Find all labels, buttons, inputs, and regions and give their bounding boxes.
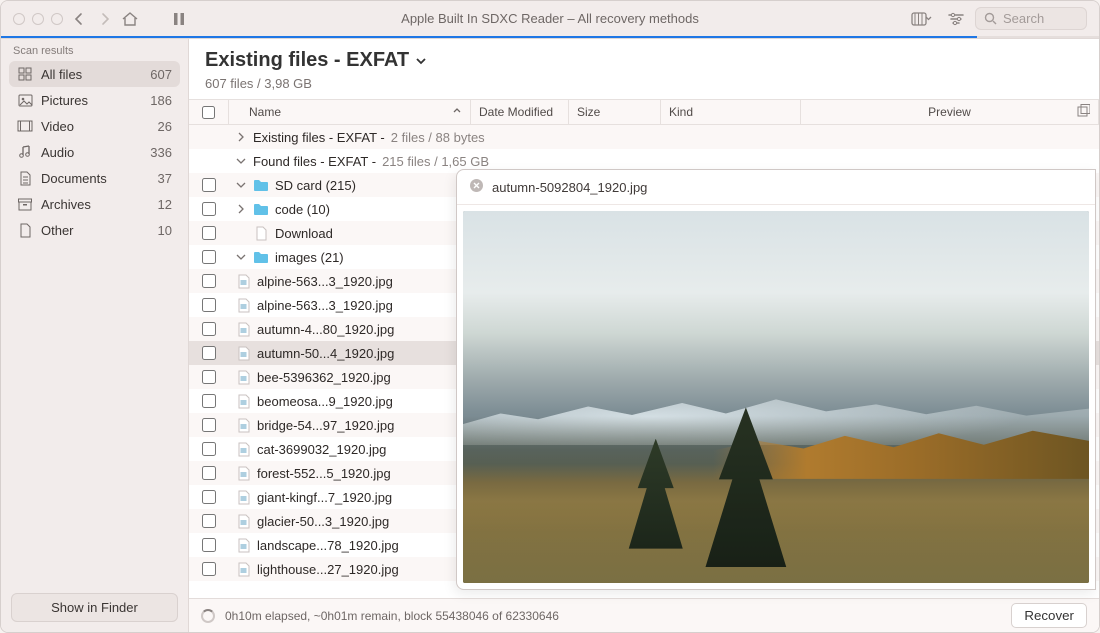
close-preview-button[interactable] [469, 178, 484, 196]
image-file-icon [235, 537, 251, 553]
sidebar-item-other[interactable]: Other10 [9, 217, 180, 243]
row-checkbox[interactable] [202, 178, 216, 192]
search-icon [984, 12, 997, 25]
back-button[interactable] [73, 12, 85, 26]
audio-icon [17, 144, 33, 160]
column-preview[interactable]: Preview [801, 100, 1099, 124]
row-checkbox[interactable] [202, 466, 216, 480]
row-checkbox[interactable] [202, 538, 216, 552]
image-file-icon [235, 561, 251, 577]
row-checkbox[interactable] [202, 418, 216, 432]
chevron-down-icon [415, 55, 427, 67]
row-checkbox[interactable] [202, 202, 216, 216]
row-checkbox[interactable] [202, 490, 216, 504]
page-title[interactable]: Existing files - EXFAT [205, 49, 1083, 72]
chevron-down-icon[interactable] [235, 181, 247, 189]
row-checkbox[interactable] [202, 394, 216, 408]
filter-button[interactable] [947, 11, 965, 27]
row-checkbox[interactable] [202, 250, 216, 264]
image-file-icon [235, 513, 251, 529]
archive-icon [17, 196, 33, 212]
preview-pane: autumn-5092804_1920.jpg [456, 169, 1096, 590]
image-file-icon [235, 321, 251, 337]
spinner-icon [201, 609, 215, 623]
search-input[interactable]: Search [975, 7, 1087, 30]
view-options-button[interactable] [911, 11, 933, 27]
row-checkbox[interactable] [202, 442, 216, 456]
folder-icon [253, 177, 269, 193]
group-existing[interactable]: Existing files - EXFAT - 2 files / 88 by… [189, 125, 1099, 149]
row-checkbox[interactable] [202, 370, 216, 384]
sort-icon [452, 105, 462, 119]
sidebar-item-audio[interactable]: Audio336 [9, 139, 180, 165]
image-file-icon [235, 273, 251, 289]
page-subtitle: 607 files / 3,98 GB [205, 76, 1083, 91]
window-title: Apple Built In SDXC Reader – All recover… [401, 11, 699, 26]
image-file-icon [235, 345, 251, 361]
folder-icon [253, 249, 269, 265]
image-file-icon [235, 393, 251, 409]
image-file-icon [235, 369, 251, 385]
image-file-icon [235, 465, 251, 481]
sidebar-item-pictures[interactable]: Pictures186 [9, 87, 180, 113]
sidebar-item-documents[interactable]: Documents37 [9, 165, 180, 191]
row-checkbox[interactable] [202, 346, 216, 360]
document-icon [17, 170, 33, 186]
row-checkbox[interactable] [202, 274, 216, 288]
column-name[interactable]: Name [229, 100, 471, 124]
chevron-down-icon[interactable] [235, 253, 247, 261]
chevron-down-icon[interactable] [235, 157, 247, 165]
sidebar-item-archives[interactable]: Archives12 [9, 191, 180, 217]
pause-button[interactable] [173, 12, 185, 26]
status-text: 0h10m elapsed, ~0h01m remain, block 5543… [225, 609, 559, 623]
close-button[interactable] [13, 13, 25, 25]
grid-icon [17, 66, 33, 82]
row-checkbox[interactable] [202, 562, 216, 576]
zoom-button[interactable] [51, 13, 63, 25]
video-icon [17, 118, 33, 134]
other-icon [17, 222, 33, 238]
column-size[interactable]: Size [569, 100, 661, 124]
sidebar-section-label: Scan results [1, 39, 188, 59]
popout-icon[interactable] [1077, 104, 1090, 120]
image-file-icon [235, 441, 251, 457]
row-checkbox[interactable] [202, 514, 216, 528]
forward-button[interactable] [99, 12, 111, 26]
image-file-icon [235, 297, 251, 313]
image-file-icon [235, 489, 251, 505]
picture-icon [17, 92, 33, 108]
chevron-right-icon[interactable] [235, 132, 247, 142]
row-checkbox[interactable] [202, 226, 216, 240]
row-checkbox[interactable] [202, 322, 216, 336]
file-icon [253, 225, 269, 241]
search-placeholder: Search [1003, 11, 1044, 26]
chevron-right-icon[interactable] [235, 204, 247, 214]
sidebar-item-all-files[interactable]: All files607 [9, 61, 180, 87]
column-kind[interactable]: Kind [661, 100, 801, 124]
row-checkbox[interactable] [202, 298, 216, 312]
home-button[interactable] [121, 11, 139, 27]
select-all-checkbox[interactable] [202, 106, 215, 119]
show-in-finder-button[interactable]: Show in Finder [11, 593, 178, 622]
sidebar-item-video[interactable]: Video26 [9, 113, 180, 139]
column-date[interactable]: Date Modified [471, 100, 569, 124]
image-file-icon [235, 417, 251, 433]
recover-button[interactable]: Recover [1011, 603, 1087, 628]
minimize-button[interactable] [32, 13, 44, 25]
preview-image [463, 211, 1089, 583]
preview-filename: autumn-5092804_1920.jpg [492, 180, 647, 195]
folder-icon [253, 201, 269, 217]
